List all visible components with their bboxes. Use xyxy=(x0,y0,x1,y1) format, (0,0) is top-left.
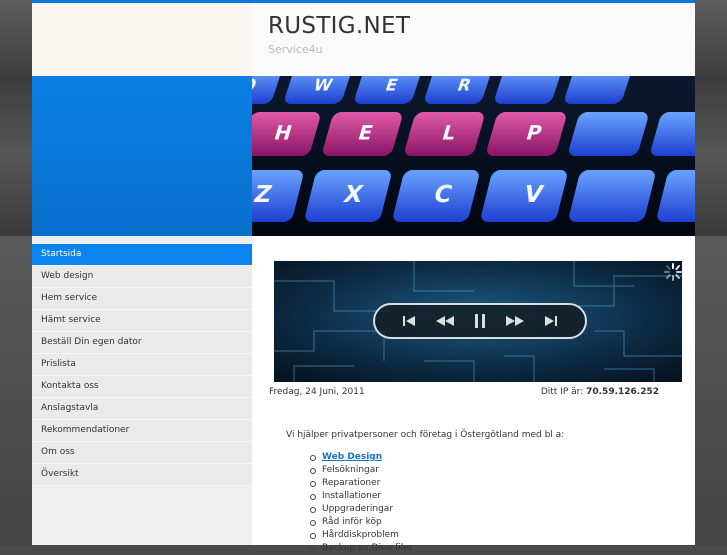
service-item: Backup av Dina filer xyxy=(300,542,412,555)
ip-address: Ditt IP är: 70.59.126.252 xyxy=(541,387,659,397)
sidebar-item[interactable]: Kontakta oss xyxy=(32,376,252,398)
site-title[interactable]: RUSTIG.NET xyxy=(268,13,410,39)
sidebar-item[interactable]: Rekommendationer xyxy=(32,420,252,442)
sidebar-item[interactable]: Anslagstavla xyxy=(32,398,252,420)
service-item: Råd inför köp xyxy=(300,516,412,529)
sidebar-item[interactable]: Översikt xyxy=(32,464,252,486)
keyboard-key xyxy=(569,170,655,222)
skip-forward-icon[interactable] xyxy=(540,310,562,332)
sidebar-item[interactable]: Om oss xyxy=(32,442,252,464)
services-list: Web Design Felsökningar Reparationer Instal… xyxy=(300,451,412,555)
intro-text: Vi hjälper privatpersoner och företag i … xyxy=(286,430,565,440)
web-design-link[interactable]: Web Design xyxy=(300,451,412,464)
keyboard-help-image: Q W E RH E L PZ X C V xyxy=(252,76,695,236)
player-controls xyxy=(373,303,587,339)
service-item: Installationer xyxy=(300,490,412,503)
service-item: Uppgraderingar xyxy=(300,503,412,516)
sidebar-item[interactable]: Prislista xyxy=(32,354,252,376)
rewind-icon[interactable] xyxy=(434,310,456,332)
sidebar-item[interactable]: Web design xyxy=(32,266,252,288)
ip-label: Ditt IP är: xyxy=(540,387,584,397)
sidebar-item[interactable]: Beställ Din egen dator xyxy=(32,332,252,354)
service-item: Felsökningar xyxy=(300,464,412,477)
header-logo-area xyxy=(32,3,252,76)
media-player xyxy=(274,261,682,382)
loading-spinner-icon xyxy=(664,263,682,281)
sidebar-item[interactable]: Hämt service xyxy=(32,310,252,332)
sidebar-item[interactable]: Startsida xyxy=(32,244,252,266)
sidebar-nav: Startsida Web design Hem service Hämt servi… xyxy=(32,236,252,486)
ip-value: 70.59.126.252 xyxy=(586,387,659,397)
current-date: Fredag, 24 Juni, 2011 xyxy=(269,387,365,397)
sidebar-item[interactable]: Hem service xyxy=(32,288,252,310)
page-container: RUSTIG.NET Service4u QWERHELPZXCV Starts… xyxy=(32,0,695,553)
header-blue-panel xyxy=(32,76,252,236)
skip-back-icon[interactable] xyxy=(398,310,420,332)
service-item: Reparationer xyxy=(300,477,412,490)
fast-forward-icon[interactable] xyxy=(504,310,526,332)
pause-icon[interactable] xyxy=(469,310,491,332)
service-item: Hårddiskproblem xyxy=(300,529,412,542)
banner-image: QWERHELPZXCV xyxy=(252,76,695,236)
site-subtitle: Service4u xyxy=(268,43,323,56)
header: RUSTIG.NET Service4u xyxy=(252,3,695,76)
sidebar: Startsida Web design Hem service Hämt servi… xyxy=(32,236,252,545)
keyboard-key xyxy=(569,112,648,156)
main-content: Fredag, 24 Juni, 2011 Ditt IP är: 70.59.… xyxy=(252,236,695,553)
